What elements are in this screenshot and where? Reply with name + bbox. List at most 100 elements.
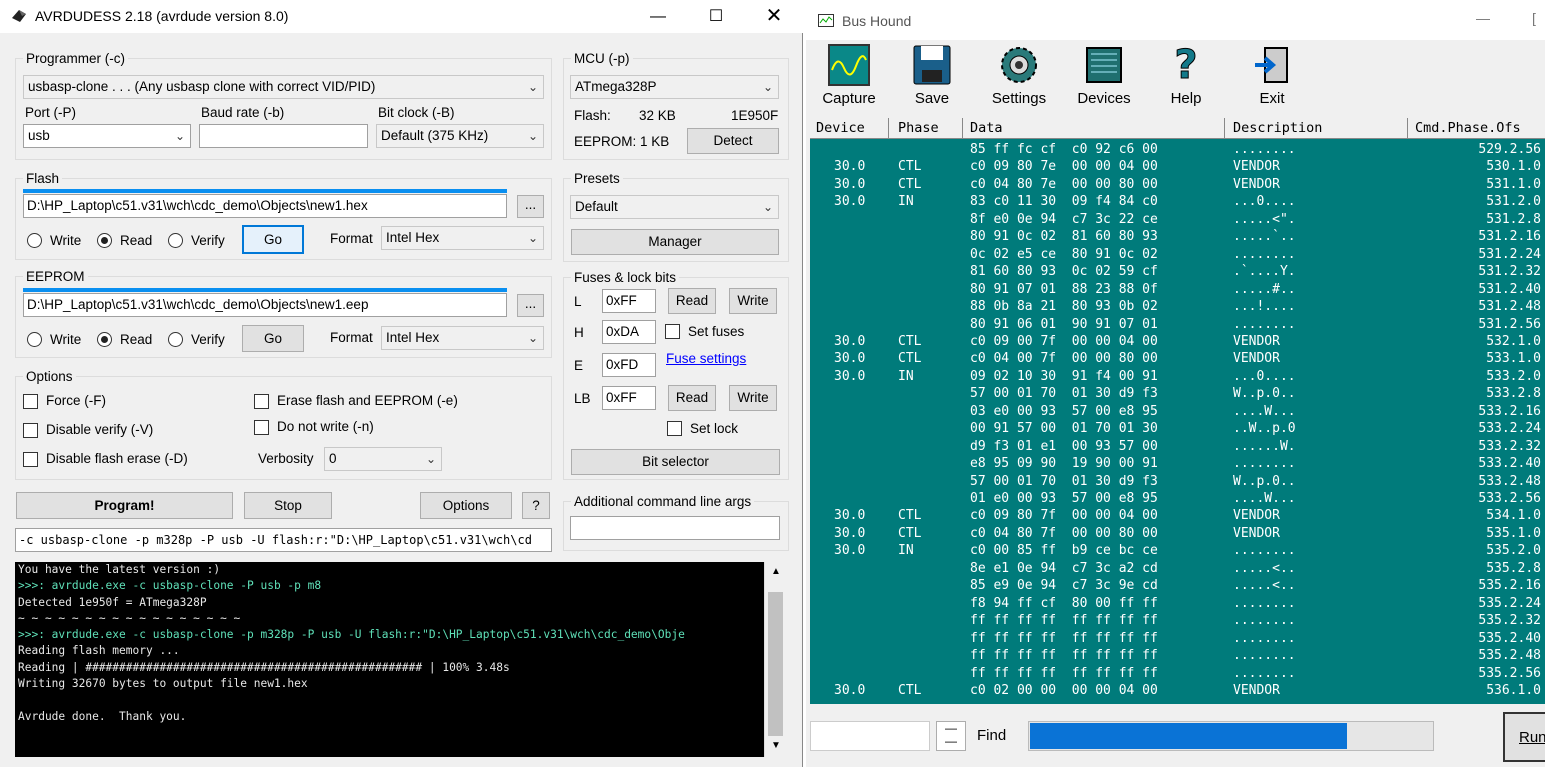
- scroll-up-icon[interactable]: ▲: [771, 566, 781, 577]
- capture-row[interactable]: 85 ff fc cf c0 92 c6 00........ 529.2.56: [810, 141, 1545, 159]
- capture-row[interactable]: ff ff ff ff ff ff ff ff........ 535.2.56: [810, 665, 1545, 683]
- save-tool[interactable]: Save: [902, 44, 962, 107]
- devices-tool[interactable]: Devices: [1068, 44, 1140, 107]
- bushound-minimize-button[interactable]: —: [1476, 10, 1490, 26]
- presets-select[interactable]: Default ⌄: [570, 195, 779, 219]
- console-scrollbar[interactable]: ▲ ▼: [764, 562, 787, 757]
- capture-row[interactable]: d9 f3 01 e1 00 93 57 00 ......W. 533.2.32: [810, 438, 1545, 456]
- programmer-select[interactable]: usbasp-clone . . . (Any usbasp clone wit…: [23, 75, 544, 99]
- flash-file-input[interactable]: D:\HP_Laptop\c51.v31\wch\cdc_demo\Object…: [23, 194, 507, 218]
- bit-selector-button[interactable]: Bit selector: [571, 449, 780, 475]
- capture-row[interactable]: 8e e1 0e 94 c7 3c a2 cd .....<.. 535.2.8: [810, 560, 1545, 578]
- force-checkbox[interactable]: [23, 394, 38, 409]
- eeprom-verify-radio[interactable]: [168, 332, 183, 347]
- col-data[interactable]: Data: [970, 120, 1003, 136]
- flash-verify-radio[interactable]: [168, 233, 183, 248]
- close-button[interactable]: ✕: [751, 0, 797, 33]
- capture-row[interactable]: 00 91 57 00 01 70 01 30 ..W..p.0 533.2.24: [810, 420, 1545, 438]
- stop-button[interactable]: Stop: [244, 492, 332, 519]
- capture-row[interactable]: 30.0 IN c0 00 85 ff b9 ce bc ce........ 535…: [810, 542, 1545, 560]
- bushound-maximize-button[interactable]: [: [1532, 10, 1536, 26]
- capture-row[interactable]: 30.0 IN 83 c0 11 30 09 f4 84 c0 ...0.... 531…: [810, 193, 1545, 211]
- spin-down-icon[interactable]: —: [937, 735, 965, 748]
- capture-row[interactable]: 57 00 01 70 01 30 d9 f3 W..p.0.. 533.2.8: [810, 385, 1545, 403]
- maximize-button[interactable]: ☐: [693, 0, 739, 33]
- capture-row[interactable]: ff ff ff ff ff ff ff ff........ 535.2.32: [810, 612, 1545, 630]
- find-spinner[interactable]: — —: [936, 721, 966, 751]
- capture-row[interactable]: 57 00 01 70 01 30 d9 f3 W..p.0.. 533.2.48: [810, 473, 1545, 491]
- fuse-settings-link[interactable]: Fuse settings: [666, 351, 746, 366]
- program-button[interactable]: Program!: [16, 492, 233, 519]
- fuse-e-input[interactable]: 0xFD: [602, 353, 656, 377]
- eeprom-browse-button[interactable]: ...: [517, 294, 544, 317]
- additional-args-input[interactable]: [570, 516, 780, 540]
- col-description[interactable]: Description: [1233, 120, 1322, 136]
- set-lock-checkbox[interactable]: [667, 421, 682, 436]
- baud-input[interactable]: [199, 124, 368, 148]
- fuse-lb-write-button[interactable]: Write: [729, 385, 777, 411]
- capture-row[interactable]: 30.0 CTL c0 02 00 00 00 00 04 00 VENDOR 536.…: [810, 682, 1545, 700]
- capture-row[interactable]: 80 91 07 01 88 23 88 0f .....#.. 531.2.40: [810, 281, 1545, 299]
- capture-row[interactable]: 03 e0 00 93 57 00 e8 95 ....W... 533.2.16: [810, 403, 1545, 421]
- disable-flash-erase-checkbox[interactable]: [23, 452, 38, 467]
- capture-row[interactable]: 30.0 CTL c0 04 80 7f 00 00 80 00 VENDOR 535.…: [810, 525, 1545, 543]
- fuse-l-write-button[interactable]: Write: [729, 288, 777, 314]
- set-fuses-checkbox[interactable]: [665, 324, 680, 339]
- col-cmd-phase-ofs[interactable]: Cmd.Phase.Ofs: [1415, 120, 1521, 136]
- capture-row[interactable]: 8f e0 0e 94 c7 3c 22 ce .....<". 531.2.8: [810, 211, 1545, 229]
- capture-row[interactable]: 30.0 CTL c0 09 00 7f 00 00 04 00 VENDOR 532.…: [810, 333, 1545, 351]
- eeprom-write-radio[interactable]: [27, 332, 42, 347]
- capture-row[interactable]: 30.0 CTL c0 04 80 7e 00 00 80 00 VENDOR 531.…: [810, 176, 1545, 194]
- flash-write-radio[interactable]: [27, 233, 42, 248]
- no-write-checkbox[interactable]: [254, 420, 269, 435]
- settings-tool[interactable]: Settings: [984, 44, 1054, 107]
- capture-row[interactable]: 88 0b 8a 21 80 93 0b 02...!.... 531.2.48: [810, 298, 1545, 316]
- flash-format-select[interactable]: Intel Hex ⌄: [381, 226, 544, 250]
- flash-go-button[interactable]: Go: [242, 225, 304, 254]
- capture-row[interactable]: 85 e9 0e 94 c7 3c 9e cd .....<.. 535.2.16: [810, 577, 1545, 595]
- capture-row[interactable]: 30.0 CTL c0 09 80 7e 00 00 04 00 VENDOR 530.…: [810, 158, 1545, 176]
- fuse-h-input[interactable]: 0xDA: [602, 320, 656, 344]
- capture-row[interactable]: 01 e0 00 93 57 00 e8 95 ....W... 533.2.56: [810, 490, 1545, 508]
- eeprom-go-button[interactable]: Go: [242, 325, 304, 352]
- capture-row[interactable]: 0c 02 e5 ce 80 91 0c 02........ 531.2.24: [810, 246, 1545, 264]
- port-select[interactable]: usb ⌄: [23, 124, 191, 148]
- capture-row[interactable]: 81 60 80 93 0c 02 59 cf .`....Y. 531.2.32: [810, 263, 1545, 281]
- col-phase[interactable]: Phase: [898, 120, 939, 136]
- eeprom-read-radio[interactable]: [97, 332, 112, 347]
- capture-row[interactable]: f8 94 ff cf 80 00 ff ff........ 535.2.24: [810, 595, 1545, 613]
- capture-tool[interactable]: Capture: [817, 44, 881, 107]
- verbosity-select[interactable]: 0 ⌄: [324, 447, 442, 471]
- capture-row[interactable]: 80 91 0c 02 81 60 80 93 .....`.. 531.2.16: [810, 228, 1545, 246]
- capture-row[interactable]: 30.0 IN 09 02 10 30 91 f4 00 91 ...0.... 533…: [810, 368, 1545, 386]
- fuse-lb-read-button[interactable]: Read: [668, 385, 716, 411]
- console-output[interactable]: You have the latest version :) >>>: avrdu…: [15, 562, 787, 757]
- scroll-down-icon[interactable]: ▼: [771, 740, 781, 751]
- options-button[interactable]: Options: [420, 492, 512, 519]
- capture-row[interactable]: ff ff ff ff ff ff ff ff........ 535.2.40: [810, 630, 1545, 648]
- fuse-l-input[interactable]: 0xFF: [602, 289, 656, 313]
- help-button[interactable]: ?: [522, 492, 550, 519]
- capture-row[interactable]: 80 91 06 01 90 91 07 01........ 531.2.56: [810, 316, 1545, 334]
- scroll-thumb[interactable]: [768, 592, 783, 736]
- flash-read-radio[interactable]: [97, 233, 112, 248]
- capture-row[interactable]: 30.0 CTL c0 09 80 7f 00 00 04 00 VENDOR 534.…: [810, 507, 1545, 525]
- eeprom-file-input[interactable]: D:\HP_Laptop\c51.v31\wch\cdc_demo\Object…: [23, 293, 507, 317]
- eeprom-format-select[interactable]: Intel Hex ⌄: [381, 326, 544, 350]
- find-input[interactable]: [810, 721, 930, 751]
- bitclock-select[interactable]: Default (375 KHz) ⌄: [376, 124, 544, 148]
- exit-tool[interactable]: Exit: [1246, 44, 1298, 107]
- help-tool[interactable]: ? Help: [1160, 42, 1212, 108]
- capture-table[interactable]: Device Phase Data Description Cmd.Phase.…: [810, 118, 1545, 704]
- fuse-l-read-button[interactable]: Read: [668, 288, 716, 314]
- col-device[interactable]: Device: [816, 120, 865, 136]
- capture-row[interactable]: e8 95 09 90 19 90 00 91........ 533.2.40: [810, 455, 1545, 473]
- mcu-select[interactable]: ATmega328P ⌄: [570, 75, 779, 99]
- run-button[interactable]: Run: [1503, 712, 1545, 762]
- flash-browse-button[interactable]: ...: [517, 195, 544, 218]
- capture-row[interactable]: ff ff ff ff ff ff ff ff........ 535.2.48: [810, 647, 1545, 665]
- fuse-lb-input[interactable]: 0xFF: [602, 386, 656, 410]
- capture-row[interactable]: 30.0 CTL c0 04 00 7f 00 00 80 00 VENDOR 533.…: [810, 350, 1545, 368]
- erase-checkbox[interactable]: [254, 394, 269, 409]
- presets-manager-button[interactable]: Manager: [571, 229, 779, 255]
